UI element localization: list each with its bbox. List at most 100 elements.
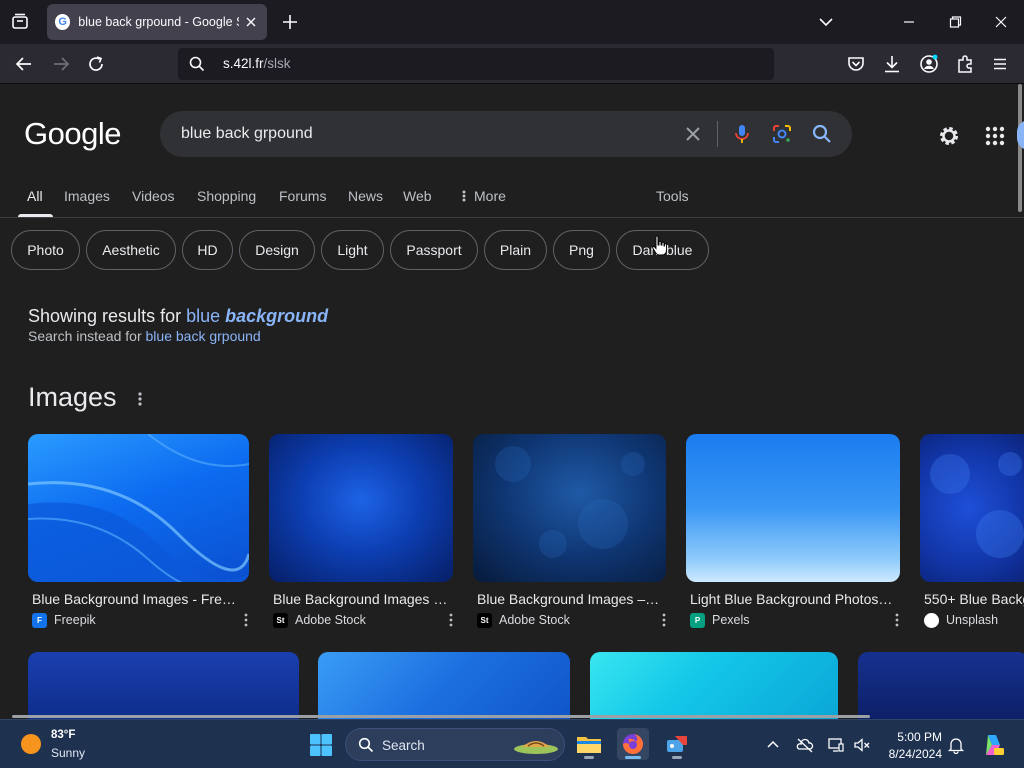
- more-vert-icon[interactable]: [238, 612, 254, 628]
- account-icon[interactable]: [918, 53, 940, 75]
- extensions-icon[interactable]: [954, 53, 976, 75]
- file-explorer-app[interactable]: [573, 728, 605, 760]
- clock-time[interactable]: 5:00 PM: [888, 730, 942, 744]
- chip-design[interactable]: Design: [239, 230, 315, 270]
- image-title[interactable]: Blue Background Images - Free Download o…: [32, 591, 242, 607]
- image-result-card[interactable]: 550+ Blue Background Pictures Unsplash: [920, 434, 1024, 634]
- chip-png[interactable]: Png: [553, 230, 610, 270]
- image-title[interactable]: Light Blue Background Photos, Download: [690, 591, 896, 607]
- settings-gear-icon[interactable]: [937, 124, 961, 148]
- tab-images[interactable]: Images: [64, 188, 110, 204]
- original-query-link[interactable]: blue back grpound: [146, 328, 261, 344]
- volume-muted-icon[interactable]: [853, 736, 871, 754]
- display-icon[interactable]: [827, 736, 845, 754]
- image-result-card[interactable]: Blue Background Images – Browse 8,000,00…: [473, 434, 666, 634]
- chip-hd[interactable]: HD: [182, 230, 233, 270]
- google-apps-grid-icon[interactable]: [983, 124, 1007, 148]
- more-vert-icon[interactable]: [889, 612, 905, 628]
- show-hidden-icons-chevron-icon[interactable]: [764, 736, 782, 754]
- search-submit-icon[interactable]: [811, 123, 833, 145]
- horizontal-scrollbar[interactable]: [12, 715, 870, 718]
- chip-plain[interactable]: Plain: [484, 230, 547, 270]
- windows-start-icon[interactable]: [309, 733, 333, 757]
- browser-toolbar: s.42l.fr/slsk: [0, 44, 1024, 84]
- restore-window-icon[interactable]: [943, 10, 967, 34]
- image-thumbnail[interactable]: [590, 652, 838, 719]
- url-text[interactable]: s.42l.fr/slsk: [223, 56, 291, 71]
- image-thumbnail[interactable]: [858, 652, 1024, 719]
- weather-temperature[interactable]: 83°F: [51, 729, 75, 741]
- tab-shopping[interactable]: Shopping: [197, 188, 256, 204]
- more-vert-icon[interactable]: [443, 612, 459, 628]
- voice-search-mic-icon[interactable]: [731, 123, 753, 145]
- corrected-word-1[interactable]: blue: [186, 306, 220, 326]
- pocket-icon[interactable]: [845, 53, 867, 75]
- firefox-app[interactable]: [617, 728, 649, 760]
- chip-photo[interactable]: Photo: [11, 230, 80, 270]
- image-thumbnail[interactable]: [28, 434, 249, 582]
- image-source-name: Freepik: [54, 613, 96, 627]
- menu-hamburger-icon[interactable]: [989, 53, 1011, 75]
- image-thumbnail[interactable]: [473, 434, 666, 582]
- search-box[interactable]: blue back grpound: [160, 111, 852, 157]
- tab-news[interactable]: News: [348, 188, 383, 204]
- images-section-heading: Images: [28, 382, 117, 412]
- sunny-weather-icon[interactable]: [21, 734, 41, 754]
- chip-passport[interactable]: Passport: [390, 230, 478, 270]
- image-thumbnail[interactable]: [686, 434, 900, 582]
- clock-date[interactable]: 8/24/2024: [882, 747, 942, 761]
- tab-web[interactable]: Web: [403, 188, 432, 204]
- close-window-icon[interactable]: [989, 10, 1013, 34]
- image-thumbnail[interactable]: [318, 652, 570, 719]
- more-vert-icon[interactable]: [656, 612, 672, 628]
- close-tab-icon[interactable]: [243, 14, 259, 30]
- tab-list-icon[interactable]: [8, 10, 32, 34]
- image-source[interactable]: F Freepik: [32, 612, 96, 628]
- search-highlight-icon: [512, 735, 560, 755]
- search-query[interactable]: blue back grpound: [181, 125, 313, 143]
- tools-button[interactable]: Tools: [656, 188, 689, 204]
- image-result-card[interactable]: Light Blue Background Photos, Download P…: [686, 434, 901, 634]
- image-source[interactable]: St Adobe Stock: [273, 612, 366, 628]
- taskbar-search-box[interactable]: Search: [345, 728, 565, 761]
- image-title[interactable]: Blue Background Images – Browse 1,000,00…: [273, 591, 449, 607]
- copilot-icon[interactable]: [980, 732, 1006, 758]
- corrected-word-2[interactable]: background: [225, 306, 328, 326]
- image-result-card[interactable]: Blue Background Images – Browse 1,000,00…: [269, 434, 453, 634]
- search-icon: [188, 55, 206, 73]
- weather-condition[interactable]: Sunny: [51, 746, 85, 760]
- chat-app[interactable]: [661, 728, 693, 760]
- image-title[interactable]: Blue Background Images – Browse 8,000,00…: [477, 591, 661, 607]
- image-thumbnail[interactable]: [920, 434, 1024, 582]
- tab-forums[interactable]: Forums: [279, 188, 326, 204]
- forward-arrow-icon[interactable]: [49, 52, 73, 76]
- address-bar[interactable]: s.42l.fr/slsk: [178, 48, 774, 80]
- browser-tab-active[interactable]: G blue back grpound - Google Search: [47, 4, 267, 40]
- chip-aesthetic[interactable]: Aesthetic: [86, 230, 176, 270]
- image-result-card[interactable]: Blue Background Images - Free Download o…: [28, 434, 250, 634]
- image-thumbnail[interactable]: [28, 652, 299, 719]
- google-logo[interactable]: Google: [24, 116, 121, 152]
- images-more-options-icon[interactable]: [131, 390, 149, 408]
- reload-icon[interactable]: [84, 52, 108, 76]
- minimize-window-icon[interactable]: [897, 10, 921, 34]
- image-source[interactable]: P Pexels: [690, 612, 750, 628]
- image-source-name: Unsplash: [946, 613, 999, 627]
- image-source[interactable]: St Adobe Stock: [477, 612, 570, 628]
- unsplash-icon: [924, 612, 939, 628]
- image-title[interactable]: 550+ Blue Background Pictures: [924, 591, 1024, 607]
- list-all-tabs-chevron-icon[interactable]: [814, 10, 838, 34]
- google-lens-icon[interactable]: [771, 123, 793, 145]
- back-arrow-icon[interactable]: [12, 52, 36, 76]
- new-tab-button[interactable]: [279, 11, 301, 33]
- onedrive-offline-icon[interactable]: [796, 736, 814, 754]
- downloads-icon[interactable]: [881, 53, 903, 75]
- image-source[interactable]: Unsplash: [924, 612, 998, 628]
- image-thumbnail[interactable]: [269, 434, 453, 582]
- tab-more[interactable]: More: [459, 188, 506, 204]
- tab-all[interactable]: All: [27, 188, 43, 204]
- chip-light[interactable]: Light: [321, 230, 384, 270]
- clear-search-icon[interactable]: [682, 123, 704, 145]
- notifications-bell-icon[interactable]: [947, 736, 965, 754]
- tab-videos[interactable]: Videos: [132, 188, 175, 204]
